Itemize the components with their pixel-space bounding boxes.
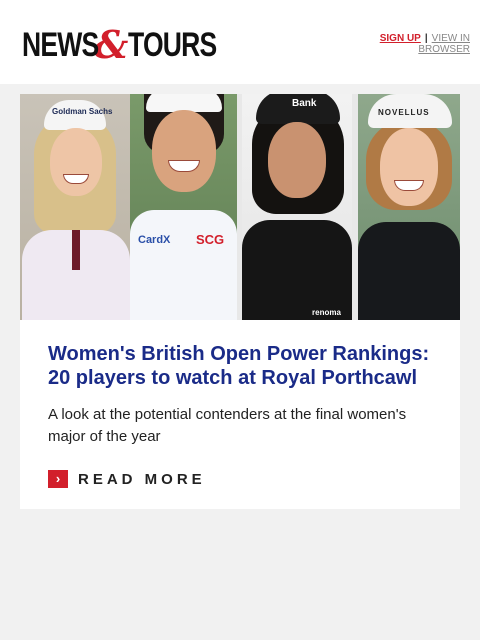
article-image[interactable]: Goldman Sachs CardX SCG Bank renoma NOVE… (20, 94, 460, 320)
player-photo-1: Goldman Sachs (20, 94, 130, 320)
cap-logo-novellus: NOVELLUS (378, 108, 430, 117)
header: NEWS & TOURS SIGN UP | VIEW IN BROWSER (0, 0, 480, 84)
article-description: A look at the potential contenders at th… (48, 406, 407, 445)
cap-logo-goldman-sachs: Goldman Sachs (52, 107, 113, 116)
logo-word-tours: TOURS (128, 26, 217, 64)
read-more-link[interactable]: › READ MORE (48, 469, 206, 489)
shirt-logo-scg: SCG (196, 232, 225, 247)
article-title[interactable]: Women's British Open Power Rankings: 20 … (48, 342, 443, 390)
shirt-logo-cardx: CardX (138, 234, 171, 246)
shirt-logo-renoma: renoma (312, 308, 341, 317)
link-separator: | (424, 33, 428, 44)
player-photo-4: NOVELLUS (358, 94, 460, 320)
sign-up-link[interactable]: SIGN UP (380, 33, 421, 44)
read-more-label: READ MORE (78, 470, 206, 488)
player-photo-3: Bank renoma (242, 94, 352, 320)
news-and-tours-logo[interactable]: NEWS & TOURS (22, 22, 220, 67)
cap-logo-bank: Bank (292, 98, 317, 109)
header-links: SIGN UP | VIEW IN BROWSER (360, 33, 470, 55)
logo-word-news: NEWS (22, 26, 99, 64)
player-photo-2: CardX SCG (130, 94, 237, 320)
chevron-right-icon: › (48, 470, 68, 488)
article-card: Goldman Sachs CardX SCG Bank renoma NOVE… (20, 94, 460, 509)
logo-ampersand: & (94, 22, 129, 67)
